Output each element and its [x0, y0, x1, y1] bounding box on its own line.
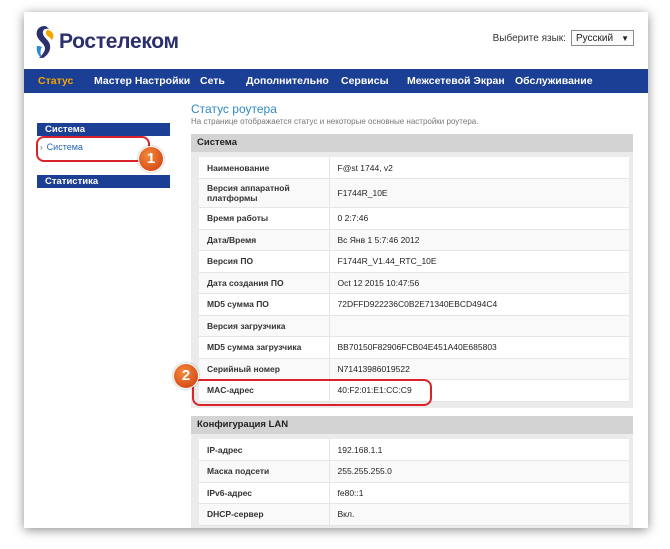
table-row: MD5 сумма загрузчика BB70150F82906FCB04E4… — [199, 336, 629, 359]
brand-name: Ростелеком — [59, 30, 179, 53]
rostelecom-logo[interactable]: Ростелеком — [34, 22, 179, 62]
row-key: Маска подсети — [199, 460, 330, 483]
page-subtitle: На странице отображается статус и некото… — [191, 117, 479, 126]
nav-firewall[interactable]: Межсетевой Экран — [407, 75, 505, 87]
row-value: N71413986019522 — [329, 358, 629, 380]
section-header-lan: Конфигурация LAN — [191, 416, 633, 434]
row-value: BB70150F82906FCB04E451A40E685803 — [329, 336, 629, 359]
main-nav: Статус Мастер Настройки Сеть Дополнитель… — [24, 69, 648, 93]
table-row: Дата/Время Вс Янв 1 5:7:46 2012 — [199, 229, 629, 251]
nav-status[interactable]: Статус — [38, 75, 73, 87]
table-row: Серийный номер N71413986019522 — [199, 358, 629, 380]
table-row: Наименование F@st 1744, v2 — [199, 157, 629, 179]
table-row: IP-адрес 192.168.1.1 — [199, 439, 629, 461]
row-value: F@st 1744, v2 — [329, 157, 629, 179]
system-table: Наименование F@st 1744, v2 Версия аппарат… — [199, 157, 629, 402]
nav-services[interactable]: Сервисы — [341, 75, 389, 87]
table-row: Время работы 0 2:7:46 — [199, 207, 629, 230]
row-value: 192.168.1.1 — [329, 439, 629, 461]
annotation-box-1 — [36, 136, 150, 162]
sidebar-header-system[interactable]: Система — [37, 123, 170, 136]
annotation-number-2: 2 — [173, 363, 199, 389]
table-row: Версия аппаратной платформы F1744R_10E — [199, 178, 629, 208]
sidebar-header-statistics[interactable]: Статистика — [37, 175, 170, 188]
nav-setup-wizard[interactable]: Мастер Настройки — [94, 75, 190, 87]
row-key: Наименование — [199, 157, 330, 179]
row-key: Серийный номер — [199, 358, 330, 380]
row-value: 255.255.255.0 — [329, 460, 629, 483]
row-key: IPv6-адрес — [199, 482, 330, 504]
annotation-box-2 — [192, 379, 432, 406]
table-row: IPv6-адрес fe80::1 — [199, 482, 629, 504]
logo-icon — [36, 26, 54, 58]
chevron-down-icon: ▼ — [621, 33, 629, 43]
language-select[interactable]: Русский ▼ — [570, 30, 634, 46]
nav-maintenance[interactable]: Обслуживание — [515, 75, 593, 87]
row-key: IP-адрес — [199, 439, 330, 461]
row-key: Дата/Время — [199, 229, 330, 251]
row-key: Версия аппаратной платформы — [199, 178, 330, 208]
row-value: F1744R_10E — [329, 178, 629, 208]
row-key: MD5 сумма загрузчика — [199, 336, 330, 359]
language-selector: Выберите язык: Русский ▼ — [493, 30, 634, 46]
row-key: MD5 сумма ПО — [199, 293, 330, 316]
row-key: Дата создания ПО — [199, 272, 330, 294]
row-value: Oct 12 2015 10:47:56 — [329, 272, 629, 294]
row-value: 0 2:7:46 — [329, 207, 629, 230]
router-window: Ростелеком Выберите язык: Русский ▼ Стат… — [24, 12, 648, 528]
nav-network[interactable]: Сеть — [200, 75, 225, 87]
row-value: Вкл. — [329, 503, 629, 526]
table-row: Версия загрузчика — [199, 315, 629, 337]
table-row: MD5 сумма ПО 72DFFD922236C0B2E71340EBCD49… — [199, 293, 629, 316]
row-value — [329, 315, 629, 337]
lan-table: IP-адрес 192.168.1.1 Маска подсети 255.255… — [199, 439, 629, 526]
language-label: Выберите язык: — [492, 32, 566, 44]
row-value: Вс Янв 1 5:7:46 2012 — [329, 229, 629, 251]
table-row: Маска подсети 255.255.255.0 — [199, 460, 629, 483]
section-header-system: Система — [191, 134, 633, 152]
language-selected: Русский — [575, 32, 614, 44]
row-key: DHCP-сервер — [199, 503, 330, 526]
table-row: DHCP-сервер Вкл. — [199, 503, 629, 526]
page-title: Статус роутера — [191, 102, 277, 116]
table-row: Версия ПО F1744R_V1.44_RTC_10E — [199, 250, 629, 273]
nav-advanced[interactable]: Дополнительно — [246, 75, 329, 87]
table-row: Дата создания ПО Oct 12 2015 10:47:56 — [199, 272, 629, 294]
annotation-number-1: 1 — [138, 146, 164, 172]
row-key: Время работы — [199, 207, 330, 230]
row-value: fe80::1 — [329, 482, 629, 504]
row-value: F1744R_V1.44_RTC_10E — [329, 250, 629, 273]
row-key: Версия загрузчика — [199, 315, 330, 337]
row-key: Версия ПО — [199, 250, 330, 273]
row-value: 72DFFD922236C0B2E71340EBCD494C4 — [329, 293, 629, 316]
